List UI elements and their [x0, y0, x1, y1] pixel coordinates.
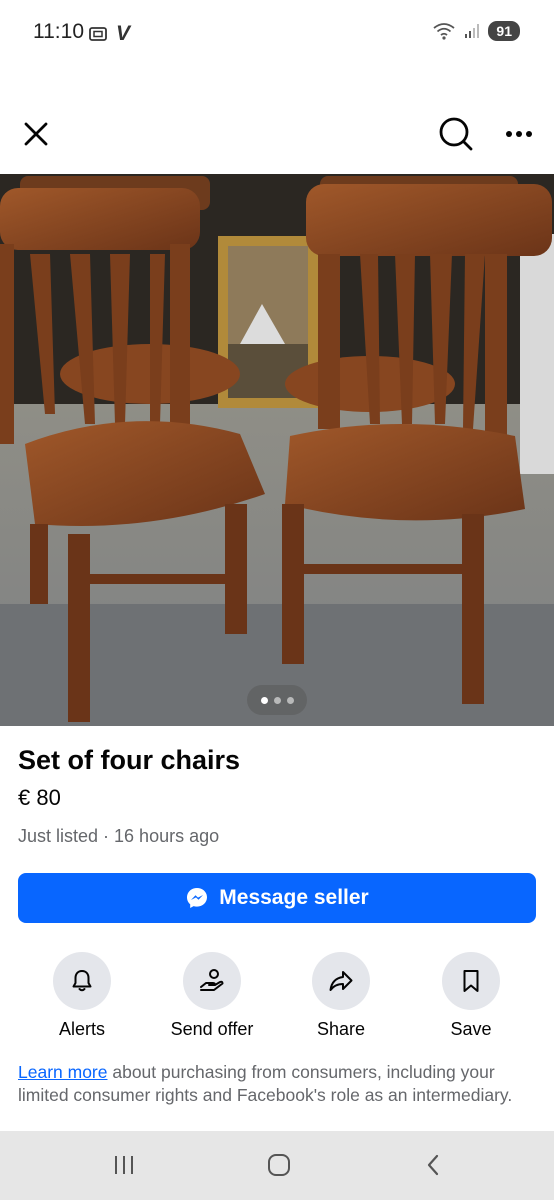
save-button[interactable]: Save [411, 952, 531, 1040]
alerts-button[interactable]: Alerts [22, 952, 142, 1040]
recent-apps-icon [115, 1156, 133, 1174]
home-button[interactable] [259, 1147, 299, 1183]
more-button[interactable] [499, 116, 539, 152]
pager-dot [260, 696, 268, 704]
close-icon [24, 122, 48, 146]
listing-price: € 80 [18, 785, 61, 810]
save-label: Save [450, 1019, 492, 1039]
save-circle [442, 952, 500, 1010]
share-circle [312, 952, 370, 1010]
status-icons-right: 91 [432, 21, 520, 41]
carrier-mark: V [116, 22, 131, 45]
offer-hand-icon [200, 969, 224, 991]
photo-pager[interactable] [247, 685, 307, 715]
messenger-icon [187, 888, 208, 908]
pager-dot [273, 696, 281, 704]
more-icon [506, 131, 532, 137]
alerts-label: Alerts [58, 1019, 105, 1039]
status-icons-left: V [88, 22, 130, 46]
send-offer-label: Send offer [170, 1019, 254, 1039]
alerts-circle [53, 952, 111, 1010]
back-button[interactable] [414, 1147, 454, 1183]
system-nav-bar [0, 1131, 554, 1200]
listing-title: Set of four chairs [18, 745, 241, 775]
top-bar [0, 108, 554, 164]
screenshot-icon [89, 27, 107, 41]
battery-indicator: 91 [488, 21, 520, 41]
close-button[interactable] [18, 116, 54, 152]
pager-dot [286, 696, 294, 704]
send-offer-circle [183, 952, 241, 1010]
share-button[interactable]: Share [281, 952, 401, 1040]
signal-icon [465, 24, 480, 38]
send-offer-button[interactable]: Send offer [152, 952, 272, 1040]
bell-icon [72, 970, 92, 992]
search-button[interactable] [436, 114, 476, 154]
listing-time: Just listed · 16 hours ago [18, 826, 220, 846]
status-bar: 11:10 V 91 [0, 0, 554, 64]
back-icon [427, 1154, 439, 1176]
recent-apps-button[interactable] [104, 1147, 144, 1183]
consumer-info-text: Learn more about purchasing from consume… [18, 1061, 538, 1107]
listing-photo[interactable] [0, 174, 554, 726]
bookmark-icon [463, 970, 479, 992]
share-label: Share [316, 1019, 366, 1039]
message-seller-button[interactable]: Message seller [18, 873, 536, 923]
learn-more-link[interactable]: Learn more [18, 1062, 108, 1082]
action-row: Alerts Send offer Share Save [0, 952, 554, 1042]
wifi-icon [433, 23, 455, 40]
status-time: 11:10 [33, 20, 84, 43]
chairs-photo [0, 174, 554, 726]
search-icon [439, 117, 473, 151]
share-arrow-icon [329, 971, 353, 991]
home-icon [268, 1154, 290, 1176]
message-seller-label: Message seller [219, 886, 369, 909]
